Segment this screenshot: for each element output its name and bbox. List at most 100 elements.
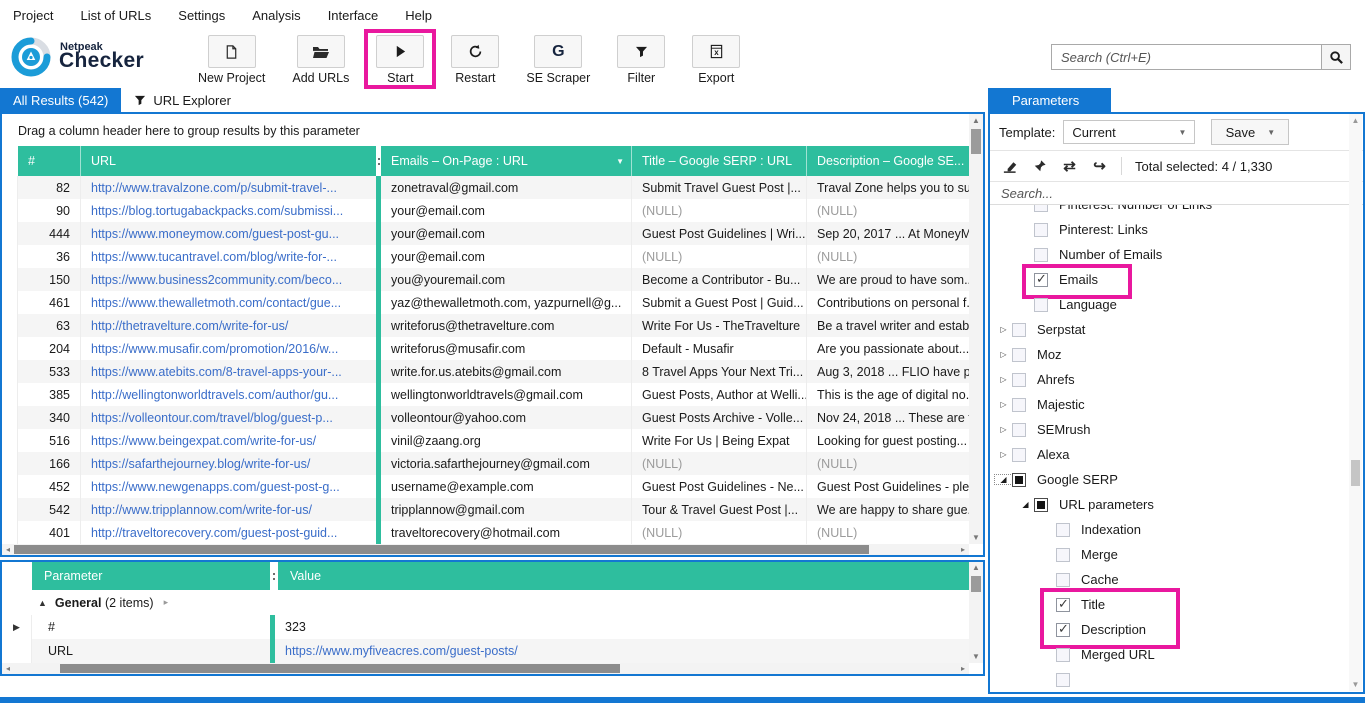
- tab-all-results[interactable]: All Results (542): [0, 88, 122, 112]
- move-parameters-icon[interactable]: ↪: [1091, 157, 1108, 175]
- table-row[interactable]: 340 https://volleontour.com/travel/blog/…: [2, 406, 969, 429]
- search-button[interactable]: [1321, 44, 1351, 70]
- table-row[interactable]: 444 https://www.moneymow.com/guest-post-…: [2, 222, 969, 245]
- details-row[interactable]: ▶ # 323: [2, 615, 970, 639]
- cell-url[interactable]: https://www.beingexpat.com/write-for-us/: [80, 429, 376, 452]
- menu-item[interactable]: Analysis: [252, 8, 300, 23]
- menu-item[interactable]: Project: [13, 8, 53, 23]
- tree-checkbox[interactable]: [1056, 522, 1070, 537]
- tree-item[interactable]: Merged URL: [990, 642, 1363, 667]
- tree-item[interactable]: Alexa: [990, 442, 1363, 467]
- start-button[interactable]: Start: [364, 29, 437, 89]
- tree-expander-icon[interactable]: [995, 450, 1012, 459]
- cell-url[interactable]: https://www.newgenapps.com/guest-post-g.…: [80, 475, 376, 498]
- column-header-title[interactable]: Title – Google SERP : URL: [631, 146, 806, 176]
- tree-checkbox[interactable]: [1012, 372, 1026, 387]
- tree-item[interactable]: Google SERP: [990, 467, 1363, 492]
- menu-item[interactable]: Interface: [328, 8, 379, 23]
- tree-checkbox[interactable]: [1034, 297, 1048, 312]
- cell-url[interactable]: https://www.musafir.com/promotion/2016/w…: [80, 337, 376, 360]
- pin-parameters-icon[interactable]: [1031, 159, 1048, 173]
- tree-checkbox[interactable]: [1056, 647, 1070, 662]
- template-select[interactable]: Current ▼: [1063, 120, 1196, 144]
- tree-item[interactable]: Title: [990, 588, 1363, 621]
- global-search-input[interactable]: [1051, 44, 1321, 70]
- filter-button[interactable]: Filter: [617, 35, 666, 85]
- parameters-search-input[interactable]: [992, 185, 1361, 201]
- clear-parameters-icon[interactable]: [1001, 159, 1018, 174]
- cell-url[interactable]: https://safarthejourney.blog/write-for-u…: [80, 452, 376, 475]
- scroll-left-icon[interactable]: ◂: [2, 664, 14, 673]
- details-horizontal-scrollbar[interactable]: ◂ ▸: [2, 663, 969, 674]
- new-project-button[interactable]: New Project: [198, 35, 265, 85]
- table-row[interactable]: 452 https://www.newgenapps.com/guest-pos…: [2, 475, 969, 498]
- tree-checkbox[interactable]: [1012, 422, 1026, 437]
- tree-item[interactable]: Pinterest: Number of Links: [990, 205, 1363, 217]
- tree-item[interactable]: [990, 667, 1363, 692]
- cell-url[interactable]: https://blog.tortugabackpacks.com/submis…: [80, 199, 376, 222]
- menu-item[interactable]: List of URLs: [80, 8, 151, 23]
- cell-url[interactable]: http://thetravelture.com/write-for-us/: [80, 314, 376, 337]
- add-urls-button[interactable]: Add URLs: [292, 35, 349, 85]
- tree-item[interactable]: Serpstat: [990, 317, 1363, 342]
- cell-url[interactable]: https://www.atebits.com/8-travel-apps-yo…: [80, 360, 376, 383]
- cell-url[interactable]: https://www.tucantravel.com/blog/write-f…: [80, 245, 376, 268]
- tree-checkbox[interactable]: [1056, 572, 1070, 587]
- tree-checkbox[interactable]: [1034, 247, 1048, 262]
- tree-checkbox[interactable]: [1056, 621, 1070, 637]
- tree-item[interactable]: Majestic: [990, 392, 1363, 417]
- tab-parameters[interactable]: Parameters: [988, 88, 1112, 112]
- table-row[interactable]: 150 https://www.business2community.com/b…: [2, 268, 969, 291]
- scrollbar-thumb[interactable]: [1351, 460, 1360, 486]
- table-row[interactable]: 385 http://wellingtonworldtravels.com/au…: [2, 383, 969, 406]
- tree-expander-icon[interactable]: [995, 350, 1012, 359]
- parameters-scrollbar[interactable]: ▲ ▼: [1349, 114, 1362, 691]
- tree-item[interactable]: URL parameters: [990, 492, 1363, 517]
- details-row[interactable]: URL https://www.myfiveacres.com/guest-po…: [2, 639, 970, 663]
- tree-item[interactable]: Description: [990, 617, 1363, 649]
- table-row[interactable]: 542 http://www.tripplannow.com/write-for…: [2, 498, 969, 521]
- scroll-down-icon[interactable]: ▼: [972, 531, 980, 544]
- tree-checkbox[interactable]: [1012, 397, 1026, 412]
- tree-checkbox[interactable]: [1056, 596, 1070, 612]
- cell-url[interactable]: https://www.moneymow.com/guest-post-gu..…: [80, 222, 376, 245]
- table-row[interactable]: 82 http://www.travalzone.com/p/submit-tr…: [2, 176, 969, 199]
- scroll-up-icon[interactable]: ▲: [972, 562, 980, 574]
- restart-button[interactable]: Restart: [451, 35, 500, 85]
- results-vertical-scrollbar[interactable]: ▲ ▼: [969, 114, 983, 544]
- tree-checkbox[interactable]: [1012, 447, 1026, 462]
- tree-expander-icon[interactable]: [995, 375, 1012, 384]
- tree-checkbox[interactable]: [1034, 497, 1048, 512]
- table-row[interactable]: 166 https://safarthejourney.blog/write-f…: [2, 452, 969, 475]
- cell-url[interactable]: http://traveltorecovery.com/guest-post-g…: [80, 521, 376, 544]
- column-header-emails[interactable]: Emails – On-Page : URL ▼: [381, 146, 631, 176]
- collapse-icon[interactable]: ▲: [38, 598, 47, 608]
- tree-checkbox[interactable]: [1034, 205, 1048, 212]
- tree-expander-icon[interactable]: [1017, 500, 1034, 509]
- scroll-right-icon[interactable]: ▸: [957, 545, 969, 554]
- tree-checkbox[interactable]: [1056, 672, 1070, 687]
- tree-item[interactable]: Ahrefs: [990, 367, 1363, 392]
- tree-expander-icon[interactable]: [995, 325, 1012, 334]
- tree-expander-icon[interactable]: [994, 474, 1013, 485]
- menu-item[interactable]: Settings: [178, 8, 225, 23]
- table-row[interactable]: 516 https://www.beingexpat.com/write-for…: [2, 429, 969, 452]
- table-row[interactable]: 63 http://thetravelture.com/write-for-us…: [2, 314, 969, 337]
- tree-item[interactable]: Pinterest: Links: [990, 217, 1363, 242]
- column-header-url[interactable]: URL: [80, 146, 376, 176]
- scroll-down-icon[interactable]: ▼: [1352, 678, 1360, 691]
- cell-url[interactable]: http://wellingtonworldtravels.com/author…: [80, 383, 376, 406]
- scroll-right-icon[interactable]: ▸: [957, 664, 969, 673]
- param-value-link[interactable]: https://www.myfiveacres.com/guest-posts/: [275, 639, 970, 663]
- tree-checkbox[interactable]: [1012, 347, 1026, 362]
- table-row[interactable]: 36 https://www.tucantravel.com/blog/writ…: [2, 245, 969, 268]
- tree-item[interactable]: Indexation: [990, 517, 1363, 542]
- tree-item[interactable]: SEMrush: [990, 417, 1363, 442]
- menu-item[interactable]: Help: [405, 8, 432, 23]
- scrollbar-thumb[interactable]: [971, 576, 981, 592]
- tree-item[interactable]: Number of Emails: [990, 242, 1363, 267]
- cell-url[interactable]: http://www.travalzone.com/p/submit-trave…: [80, 176, 376, 199]
- tree-checkbox[interactable]: [1056, 547, 1070, 562]
- table-row[interactable]: 533 https://www.atebits.com/8-travel-app…: [2, 360, 969, 383]
- tree-expander-icon[interactable]: [995, 400, 1012, 409]
